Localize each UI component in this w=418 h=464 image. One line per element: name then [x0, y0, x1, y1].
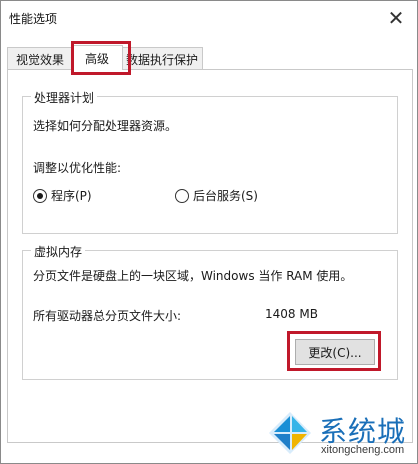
- total-paging-value: 1408 MB: [265, 307, 318, 321]
- button-label: 更改(C)...: [308, 345, 362, 360]
- tab-strip: 视觉效果 高级 数据执行保护: [7, 41, 411, 75]
- tab-label: 数据执行保护: [125, 52, 198, 67]
- processor-scheduling-group: 处理器计划 选择如何分配处理器资源。 调整以优化性能: 程序(P) 后台服务(S…: [22, 89, 398, 234]
- group-title: 处理器计划: [31, 89, 98, 106]
- tab-advanced[interactable]: 高级: [71, 45, 123, 70]
- tab-visual-effects[interactable]: 视觉效果: [7, 47, 73, 70]
- optimize-label: 调整以优化性能:: [33, 161, 122, 175]
- processor-description: 选择如何分配处理器资源。: [33, 119, 178, 133]
- tab-label: 高级: [84, 51, 109, 66]
- watermark: 系统城 xitongcheng.com: [263, 406, 413, 462]
- radio-unselected-icon: [175, 188, 189, 203]
- window-title: 性能选项: [9, 12, 58, 26]
- radio-background-services[interactable]: 后台服务(S): [175, 187, 258, 204]
- close-icon[interactable]: ✕: [383, 5, 409, 31]
- advanced-panel: 处理器计划 选择如何分配处理器资源。 调整以优化性能: 程序(P) 后台服务(S…: [7, 69, 413, 443]
- windows-logo-icon: [269, 412, 311, 454]
- tab-label: 视觉效果: [15, 52, 64, 67]
- paging-file-description: 分页文件是硬盘上的一块区域，Windows 当作 RAM 使用。: [33, 269, 353, 283]
- radio-label: 后台服务(S): [193, 189, 258, 203]
- titlebar: 性能选项 ✕: [1, 1, 417, 35]
- change-button[interactable]: 更改(C)...: [295, 339, 375, 365]
- virtual-memory-group: 虚拟内存 分页文件是硬盘上的一块区域，Windows 当作 RAM 使用。 所有…: [22, 243, 398, 380]
- radio-programs[interactable]: 程序(P): [33, 187, 92, 204]
- group-title: 虚拟内存: [31, 243, 86, 260]
- watermark-url: xitongcheng.com: [321, 444, 405, 456]
- radio-selected-icon: [33, 188, 47, 203]
- radio-label: 程序(P): [51, 189, 92, 203]
- performance-options-window: 性能选项 ✕ 视觉效果 高级 数据执行保护 处理器计划 选择如何分配处理器资源。…: [0, 0, 418, 464]
- tab-data-execution-prevention[interactable]: 数据执行保护: [121, 47, 203, 70]
- total-paging-label: 所有驱动器总分页文件大小:: [33, 309, 182, 323]
